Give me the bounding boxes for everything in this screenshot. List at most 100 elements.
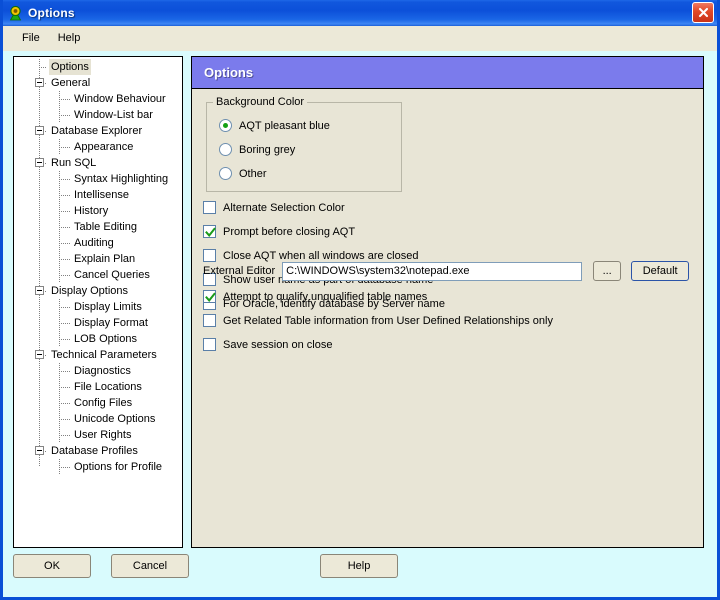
tree-connector-elbow <box>59 195 70 196</box>
tree-connector-line <box>59 379 60 395</box>
tree-item-label: Window Behaviour <box>74 93 166 105</box>
tree-connector-elbow <box>59 323 70 324</box>
external-editor-input[interactable] <box>282 261 583 281</box>
tree-collapse-icon[interactable] <box>35 158 44 167</box>
tree-item-general[interactable]: General <box>14 75 182 91</box>
tree-collapse-icon[interactable] <box>35 350 44 359</box>
tree-collapse-icon[interactable] <box>35 286 44 295</box>
tree-item-explain-plan[interactable]: Explain Plan <box>14 251 182 267</box>
menu-help[interactable]: Help <box>49 29 90 47</box>
radio-option-other[interactable]: Other <box>219 167 267 180</box>
checkbox-unchecked-icon[interactable] <box>203 314 216 327</box>
tree-connector-line <box>59 411 60 427</box>
tree-connector-line <box>59 171 60 187</box>
options-content-panel: Options Background Color AQT pleasant bl… <box>191 56 704 548</box>
tree-item-display-format[interactable]: Display Format <box>14 315 182 331</box>
tree-item-display-limits[interactable]: Display Limits <box>14 299 182 315</box>
tree-connector-elbow <box>59 243 70 244</box>
tree-collapse-icon[interactable] <box>35 446 44 455</box>
tree-item-display-options[interactable]: Display Options <box>14 283 182 299</box>
tree-connector-line <box>59 251 60 267</box>
tree-item-database-explorer[interactable]: Database Explorer <box>14 123 182 139</box>
checkbox-row[interactable]: Get Related Table information from User … <box>203 314 553 327</box>
tree-item-file-locations[interactable]: File Locations <box>14 379 182 395</box>
tree-connector-elbow <box>39 67 47 68</box>
checkbox-checked-icon[interactable] <box>203 225 216 238</box>
navigation-tree[interactable]: Options General Window Behaviour Window-Lis… <box>13 56 183 548</box>
tree-collapse-icon[interactable] <box>35 78 44 87</box>
tree-item-label: Auditing <box>74 237 114 249</box>
tree-item-auditing[interactable]: Auditing <box>14 235 182 251</box>
tree-item-label: Run SQL <box>51 157 97 169</box>
tree-item-label: LOB Options <box>74 333 137 345</box>
tree-item-label: Unicode Options <box>74 413 156 425</box>
radio-label: Boring grey <box>239 143 296 156</box>
tree-item-label: History <box>74 205 109 217</box>
tree-item-options-for-profile[interactable]: Options for Profile <box>14 459 182 475</box>
panel-title: Options <box>204 65 254 80</box>
tree-item-label: Cancel Queries <box>74 269 150 281</box>
checkbox-checked-icon[interactable] <box>203 290 216 303</box>
tree-item-label: Options <box>49 59 91 75</box>
tree-item-config-files[interactable]: Config Files <box>14 395 182 411</box>
tree-connector-elbow <box>59 467 70 468</box>
radio-unselected-icon[interactable] <box>219 143 232 156</box>
tree-item-label: Intellisense <box>74 189 130 201</box>
tree-connector-line <box>59 363 60 379</box>
checkbox-row[interactable]: Prompt before closing AQT <box>203 225 355 238</box>
tree-item-cancel-queries[interactable]: Cancel Queries <box>14 267 182 283</box>
tree-item-unicode-options[interactable]: Unicode Options <box>14 411 182 427</box>
external-editor-browse-button[interactable]: ... <box>593 261 622 281</box>
tree-item-history[interactable]: History <box>14 203 182 219</box>
tree-connector-elbow <box>59 227 70 228</box>
menu-bar: File Help <box>3 26 717 51</box>
radio-selected-icon[interactable] <box>219 119 232 132</box>
background-color-groupbox: Background Color AQT pleasant blue Boring… <box>206 96 402 192</box>
dialog-button-bar: OK Cancel Help <box>3 554 717 594</box>
tree-connector-line <box>59 267 60 283</box>
tree-item-syntax-highlighting[interactable]: Syntax Highlighting <box>14 171 182 187</box>
close-icon[interactable] <box>692 2 714 23</box>
tree-item-diagnostics[interactable]: Diagnostics <box>14 363 182 379</box>
tree-item-table-editing[interactable]: Table Editing <box>14 219 182 235</box>
tree-item-user-rights[interactable]: User Rights <box>14 427 182 443</box>
tree-item-options[interactable]: Options <box>14 59 182 75</box>
external-editor-label: External Editor <box>203 265 276 277</box>
checkbox-row[interactable]: Attempt to qualify unqualified table nam… <box>203 290 427 303</box>
tree-item-database-profiles[interactable]: Database Profiles <box>14 443 182 459</box>
tree-item-label: Technical Parameters <box>51 349 157 361</box>
radio-unselected-icon[interactable] <box>219 167 232 180</box>
tree-connector-line <box>59 203 60 219</box>
checkbox-unchecked-icon[interactable] <box>203 201 216 214</box>
checkbox-row[interactable]: Alternate Selection Color <box>203 201 345 214</box>
tree-connector-line <box>59 187 60 203</box>
tree-connector-elbow <box>59 339 70 340</box>
tree-item-technical-parameters[interactable]: Technical Parameters <box>14 347 182 363</box>
tree-item-label: Explain Plan <box>74 253 136 265</box>
checkbox-row[interactable]: Save session on close <box>203 338 332 351</box>
ok-button[interactable]: OK <box>13 554 91 578</box>
external-editor-default-button[interactable]: Default <box>631 261 690 281</box>
tree-item-run-sql[interactable]: Run SQL <box>14 155 182 171</box>
tree-item-label: Database Profiles <box>51 445 138 457</box>
tree-connector-elbow <box>59 275 70 276</box>
help-button[interactable]: Help <box>320 554 398 578</box>
tree-item-appearance[interactable]: Appearance <box>14 139 182 155</box>
radio-label: Other <box>239 167 267 180</box>
menu-file[interactable]: File <box>13 29 49 47</box>
tree-item-intellisense[interactable]: Intellisense <box>14 187 182 203</box>
checkbox-unchecked-icon[interactable] <box>203 338 216 351</box>
background-color-legend: Background Color <box>213 96 308 108</box>
tree-item-lob-options[interactable]: LOB Options <box>14 331 182 347</box>
tree-connector-elbow <box>59 387 70 388</box>
tree-collapse-icon[interactable] <box>35 126 44 135</box>
checkbox-label: Prompt before closing AQT <box>223 225 356 238</box>
tree-item-window-behaviour[interactable]: Window Behaviour <box>14 91 182 107</box>
cancel-button[interactable]: Cancel <box>111 554 189 578</box>
tree-connector-elbow <box>59 179 70 180</box>
tree-item-window-list-bar[interactable]: Window-List bar <box>14 107 182 123</box>
radio-option-boring-grey[interactable]: Boring grey <box>219 143 295 156</box>
radio-label: AQT pleasant blue <box>239 119 330 132</box>
radio-option-aqt-pleasant-blue[interactable]: AQT pleasant blue <box>219 119 330 132</box>
external-editor-row: External Editor ... Default <box>203 261 695 281</box>
